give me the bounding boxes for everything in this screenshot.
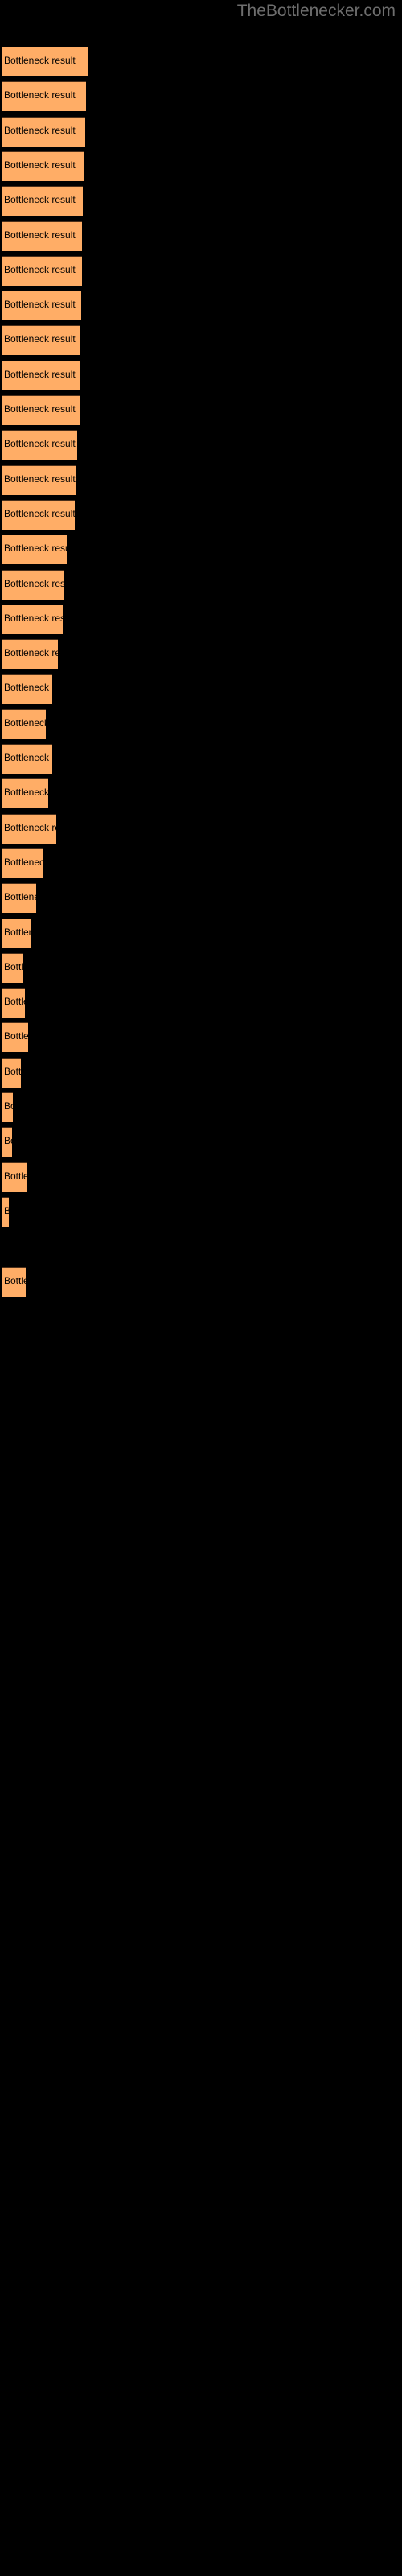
- bar-row[interactable]: Bottleneck result: [2, 221, 82, 251]
- bar-label: Bottleneck result: [4, 1065, 21, 1077]
- bar-row[interactable]: Bottleneck result: [2, 81, 86, 112]
- bar-row[interactable]: Bottleneck result: [2, 535, 67, 565]
- bar-row[interactable]: Bottleneck result: [2, 464, 76, 495]
- bar-row[interactable]: Bottleneck result: [2, 639, 58, 670]
- bar-row[interactable]: Bottleneck result: [2, 952, 23, 983]
- bar-label: Bottleneck result: [4, 786, 48, 799]
- bar-row[interactable]: Bottleneck result: [2, 255, 82, 286]
- bar-row[interactable]: Bottleneck result: [2, 674, 52, 704]
- bar-label: Bottleneck result: [4, 821, 56, 833]
- bar-row[interactable]: Bottleneck result: [2, 395, 80, 425]
- bar-row[interactable]: Bottleneck result: [2, 848, 43, 878]
- bar-label: Bottleneck result: [4, 543, 67, 555]
- bar-label: Bottleneck result: [4, 89, 76, 101]
- bar-row[interactable]: Bottleneck result: [2, 569, 64, 600]
- bar-label: Bottleneck result: [4, 124, 76, 136]
- bar-row[interactable]: Bottleneck result: [2, 708, 46, 739]
- bar-row[interactable]: Bottleneck result: [2, 325, 80, 356]
- bar-row[interactable]: Bottleneck result: [2, 151, 84, 181]
- bar-label: Bottleneck result: [4, 473, 76, 485]
- bar-row[interactable]: Bottleneck result: [2, 186, 83, 217]
- bar-row[interactable]: Bottleneck result: [2, 499, 75, 530]
- bar-label: Bottleneck result: [4, 577, 64, 589]
- bar-list: Bottleneck result Bottleneck result Bottle…: [0, 0, 402, 2576]
- bar-row[interactable]: Bottleneck result: [2, 778, 48, 809]
- bar-label: Bottleneck result: [4, 263, 76, 275]
- bar-label: Bottleneck result: [4, 333, 76, 345]
- bar-label: Bottleneck result: [4, 229, 76, 241]
- bar-label: Bottleneck result: [4, 194, 76, 206]
- bar-row[interactable]: Bottleneck result: [2, 1057, 21, 1088]
- bar-row[interactable]: Bottleneck result: [2, 430, 77, 460]
- bar-row[interactable]: Bottleneck result: [2, 1092, 13, 1122]
- chart-page: TheBottlenecker.com Bottleneck result Bot…: [0, 0, 402, 2576]
- bar-row[interactable]: Bottleneck result: [2, 47, 88, 76]
- bar-label: Bottleneck result: [4, 507, 75, 519]
- bar-label: Bottleneck result: [4, 159, 76, 171]
- bar-row[interactable]: Bottleneck result: [2, 604, 63, 634]
- bar-label: Bottleneck result: [4, 856, 43, 868]
- bar-row[interactable]: Bottleneck result: [2, 291, 81, 321]
- bar-row[interactable]: Bottleneck result: [2, 813, 56, 844]
- bar-label: Bottleneck result: [4, 926, 31, 938]
- bar-row[interactable]: Bottleneck result: [2, 744, 52, 774]
- bar-label: Bottleneck result: [4, 960, 23, 972]
- bar-row[interactable]: Bottleneck result: [2, 1266, 26, 1297]
- bar-label: Bottleneck result: [4, 682, 52, 694]
- bar-row[interactable]: Bottleneck result: [2, 1196, 9, 1227]
- bar-row[interactable]: Bottleneck result: [2, 116, 85, 147]
- bar-label: Bottleneck result: [4, 403, 76, 415]
- bar-label: Bottleneck result: [4, 612, 63, 624]
- bar-label: Bottleneck result: [4, 1170, 27, 1182]
- bar-label: Bottleneck result: [4, 1030, 28, 1042]
- bar-row[interactable]: Bottleneck result: [2, 988, 25, 1018]
- bar-label: Bottleneck result: [4, 299, 76, 311]
- bar-row[interactable]: Bottleneck result: [2, 918, 31, 948]
- bar-label: Bottleneck result: [4, 368, 76, 380]
- bar-label: Bottleneck result: [4, 438, 76, 450]
- bar-row[interactable]: Bottleneck result: [2, 360, 80, 390]
- bar-label: Bottleneck result: [4, 647, 58, 659]
- bar-label: Bottleneck result: [4, 996, 25, 1008]
- bar-label: Bottleneck result: [4, 1274, 26, 1286]
- bar-row[interactable]: Bottleneck result: [2, 1022, 28, 1053]
- bar-label: Bottleneck result: [4, 1205, 9, 1216]
- bar-label: Bottleneck result: [4, 891, 36, 903]
- bar-label: Bottleneck result: [4, 1135, 12, 1147]
- bar-label: Bottleneck result: [4, 716, 46, 729]
- bar-row[interactable]: Bottleneck result: [2, 883, 36, 914]
- bar-label: Bottleneck result: [4, 752, 52, 763]
- bar-row[interactable]: Bottleneck result: [2, 1127, 12, 1158]
- bar-row[interactable]: Bottleneck result: [2, 1162, 27, 1192]
- bar-label: Bottleneck result: [4, 1100, 13, 1112]
- bar-label: Bottleneck result: [4, 55, 76, 66]
